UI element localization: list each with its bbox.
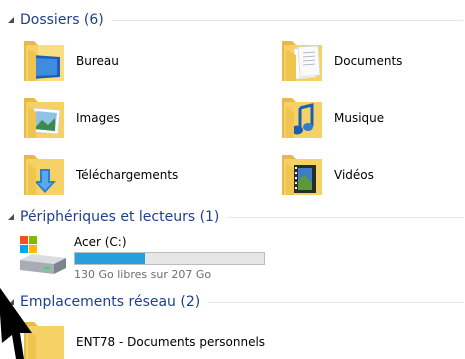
documents-folder-icon bbox=[278, 37, 326, 85]
folder-label: Musique bbox=[334, 111, 385, 125]
group-separator bbox=[208, 301, 463, 303]
network-item-ent78[interactable]: ENT78 - Documents personnels bbox=[20, 318, 265, 359]
images-folder-icon bbox=[20, 94, 68, 142]
folder-label: Téléchargements bbox=[76, 168, 179, 182]
group-header-devices[interactable]: Périphériques et lecteurs (1) bbox=[0, 207, 465, 227]
folder-item-musique[interactable]: Musique bbox=[278, 94, 384, 142]
drive-item-c[interactable] bbox=[18, 232, 66, 280]
folder-item-images[interactable]: Images bbox=[20, 94, 120, 142]
drive-name: Acer (C:) bbox=[74, 235, 127, 249]
folder-item-videos[interactable]: Vidéos bbox=[278, 151, 374, 199]
group-title-folders: Dossiers (6) bbox=[20, 12, 104, 28]
pointer-arrow-icon bbox=[0, 285, 38, 359]
folder-label: Documents bbox=[334, 54, 403, 68]
collapse-triangle-icon[interactable] bbox=[2, 10, 20, 30]
desktop-folder-icon bbox=[20, 37, 68, 85]
group-separator bbox=[111, 19, 463, 21]
group-title-network: Emplacements réseau (2) bbox=[20, 294, 201, 310]
group-header-folders[interactable]: Dossiers (6) bbox=[0, 10, 465, 30]
group-header-network[interactable]: Emplacements réseau (2) bbox=[0, 292, 465, 312]
group-title-devices: Périphériques et lecteurs (1) bbox=[20, 209, 220, 225]
explorer-content-pane: Dossiers (6) Bureau Documents Images Mus… bbox=[0, 0, 465, 359]
folder-item-telechargements[interactable]: Téléchargements bbox=[20, 151, 178, 199]
hard-drive-icon bbox=[18, 232, 66, 280]
folder-label: Images bbox=[76, 111, 120, 125]
drive-usage-fill bbox=[75, 253, 145, 264]
folder-item-documents[interactable]: Documents bbox=[278, 37, 402, 85]
drive-free-space: 130 Go libres sur 207 Go bbox=[74, 268, 212, 281]
drive-info: Acer (C:) 130 Go libres sur 207 Go bbox=[74, 234, 274, 281]
folder-item-bureau[interactable]: Bureau bbox=[20, 37, 119, 85]
music-folder-icon bbox=[278, 94, 326, 142]
folder-label: ENT78 - Documents personnels bbox=[76, 335, 266, 349]
downloads-folder-icon bbox=[20, 151, 68, 199]
group-separator bbox=[227, 216, 463, 218]
collapse-triangle-icon[interactable] bbox=[2, 207, 20, 227]
videos-folder-icon bbox=[278, 151, 326, 199]
drive-usage-bar bbox=[74, 252, 265, 265]
folder-label: Vidéos bbox=[334, 168, 374, 182]
folder-label: Bureau bbox=[76, 54, 119, 68]
